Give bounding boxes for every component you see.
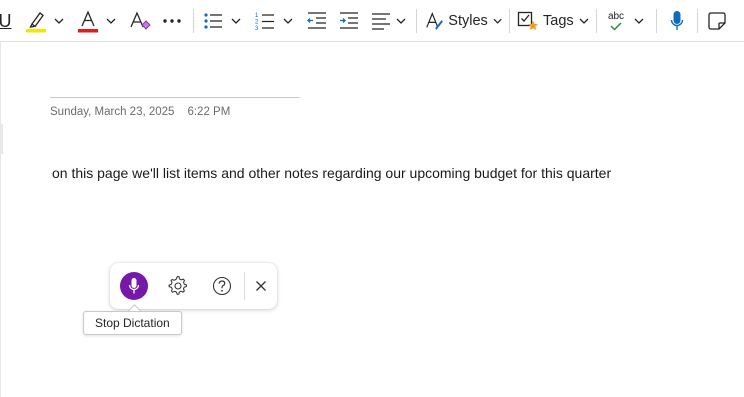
font-color-button[interactable] xyxy=(76,6,100,36)
clear-formatting-icon xyxy=(130,11,151,30)
underline-button[interactable]: U xyxy=(0,6,12,36)
stop-dictation-button[interactable] xyxy=(120,272,148,300)
bullets-icon xyxy=(204,13,222,29)
svg-text:2: 2 xyxy=(255,20,259,26)
dictation-toolbar xyxy=(110,263,277,309)
dictation-separator xyxy=(244,272,245,300)
toolbar-separator xyxy=(416,9,417,33)
toolbar-separator xyxy=(193,9,194,33)
mic-icon xyxy=(128,278,140,294)
decrease-indent-button[interactable] xyxy=(305,6,329,36)
svg-text:3: 3 xyxy=(255,26,259,31)
note-body-text[interactable]: on this page we'll list items and other … xyxy=(52,165,611,181)
close-icon xyxy=(256,281,266,291)
chevron-down-icon xyxy=(634,18,644,24)
toolbar-separator xyxy=(596,9,597,33)
check-icon xyxy=(610,21,622,31)
increase-indent-icon xyxy=(340,12,358,29)
chevron-down-icon xyxy=(106,18,116,24)
align-dropdown[interactable] xyxy=(394,6,408,36)
page-date: Sunday, March 23, 2025 xyxy=(50,106,175,118)
spelling-button[interactable]: abc xyxy=(603,6,629,36)
bullets-dropdown[interactable] xyxy=(229,6,243,36)
page-title-field[interactable] xyxy=(50,97,300,98)
chevron-down-icon xyxy=(493,18,502,24)
sticky-note-icon xyxy=(708,12,726,30)
toolbar-separator xyxy=(697,9,698,33)
styles-label: Styles xyxy=(448,13,488,29)
spelling-icon: abc xyxy=(607,10,625,22)
more-icon xyxy=(163,19,181,23)
clear-formatting-button[interactable] xyxy=(128,6,152,36)
close-dictation-button[interactable] xyxy=(249,274,273,298)
svg-text:1: 1 xyxy=(255,13,259,19)
tags-label: Tags xyxy=(543,13,574,29)
toolbar-separator xyxy=(656,9,657,33)
numbering-icon: 1 2 3 xyxy=(255,13,274,31)
highlight-button[interactable] xyxy=(24,6,48,36)
help-icon xyxy=(212,276,232,296)
align-icon xyxy=(372,13,390,30)
increase-indent-button[interactable] xyxy=(337,6,361,36)
sticky-note-button[interactable] xyxy=(705,6,729,36)
font-color-icon xyxy=(78,10,98,33)
highlight-dropdown[interactable] xyxy=(52,6,66,36)
page-scroll-marker xyxy=(0,124,3,154)
styles-button[interactable]: Styles xyxy=(424,6,502,36)
styles-icon xyxy=(426,12,443,30)
page-border xyxy=(0,42,1,397)
chevron-down-icon xyxy=(396,18,406,24)
dictation-settings-button[interactable] xyxy=(166,274,190,298)
page-time: 6:22 PM xyxy=(187,106,231,118)
ribbon-toolbar: U 1 2 3 Styles Tags abc xyxy=(0,0,744,42)
chevron-down-icon xyxy=(231,18,241,24)
numbering-dropdown[interactable] xyxy=(281,6,295,36)
chevron-down-icon xyxy=(54,18,64,24)
dictate-button[interactable] xyxy=(665,6,689,36)
more-button[interactable] xyxy=(160,6,184,36)
tags-icon xyxy=(517,11,538,30)
settings-icon xyxy=(168,276,188,295)
spelling-dropdown[interactable] xyxy=(632,6,646,36)
numbering-button[interactable]: 1 2 3 xyxy=(253,6,277,36)
font-color-dropdown[interactable] xyxy=(104,6,118,36)
dictate-icon xyxy=(670,11,684,30)
toolbar-separator xyxy=(509,9,510,33)
align-button[interactable] xyxy=(369,6,393,36)
decrease-indent-icon xyxy=(307,12,326,29)
underline-icon: U xyxy=(0,10,12,31)
bullets-button[interactable] xyxy=(201,6,225,36)
chevron-down-icon xyxy=(283,18,293,24)
page-timestamp: Sunday, March 23, 2025 6:22 PM xyxy=(50,106,230,118)
chevron-down-icon xyxy=(579,18,589,24)
stop-dictation-tooltip: Stop Dictation xyxy=(83,311,182,335)
highlighter-icon xyxy=(26,12,46,33)
dictation-help-button[interactable] xyxy=(210,274,234,298)
tags-button[interactable]: Tags xyxy=(517,6,589,36)
